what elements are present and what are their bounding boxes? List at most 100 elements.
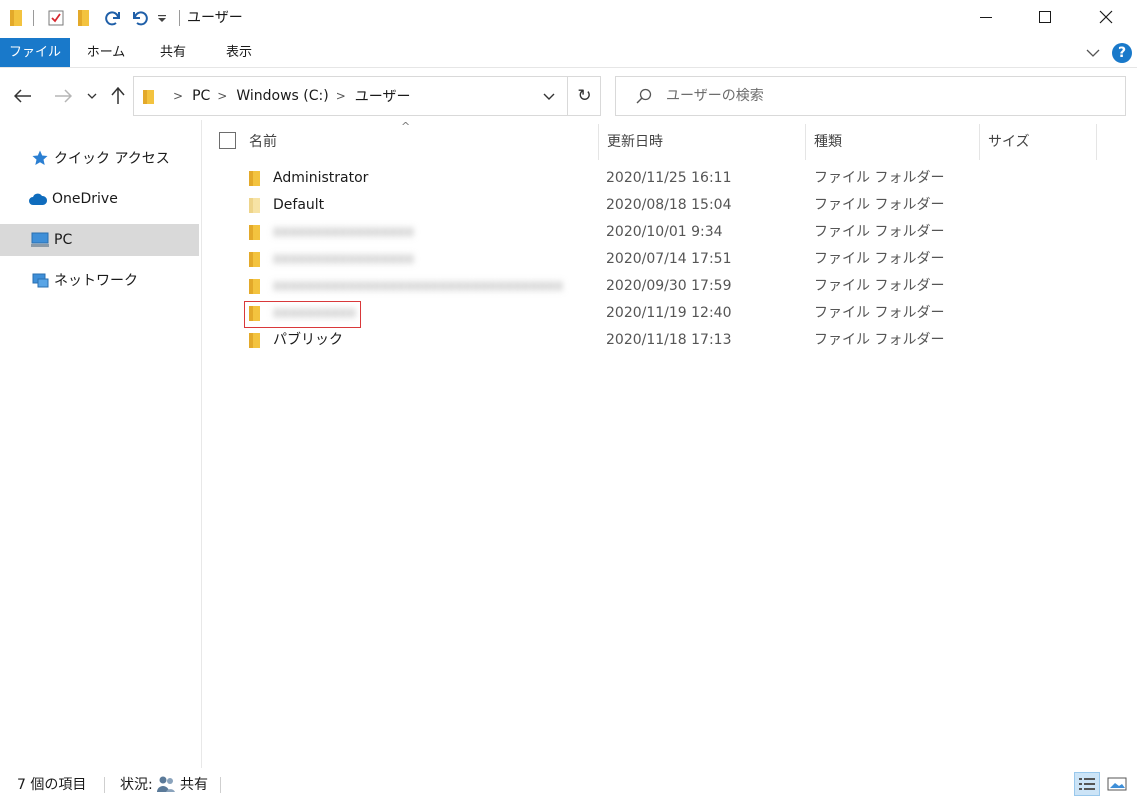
refresh-button[interactable]: ↻ xyxy=(567,77,601,115)
column-header-date[interactable]: 更新日時 xyxy=(599,126,805,158)
sidebar-item-label: PC xyxy=(54,232,73,248)
column-header-name[interactable]: 名前 xyxy=(241,126,601,158)
breadcrumb: > PC > Windows (C:) > ユーザー xyxy=(166,77,411,115)
column-header-size[interactable]: サイズ xyxy=(980,126,1096,158)
search-icon xyxy=(636,88,652,108)
help-button[interactable]: ? xyxy=(1112,43,1132,63)
chevron-down-icon xyxy=(1086,49,1100,57)
folder-icon xyxy=(249,198,261,217)
table-row[interactable]: xxxxxxxxxxxxxxxxxxxxxxxxxxxxxxxxxxx 2020… xyxy=(203,273,1137,300)
chevron-down-icon xyxy=(87,93,97,99)
breadcrumb-item-users[interactable]: ユーザー xyxy=(355,86,411,106)
file-type: ファイル フォルダー xyxy=(814,332,945,348)
file-name: パブリック xyxy=(273,332,343,348)
file-type: ファイル フォルダー xyxy=(814,305,945,321)
forward-button[interactable] xyxy=(50,82,76,110)
sidebar-item-label: ネットワーク xyxy=(54,273,138,289)
close-button[interactable] xyxy=(1083,0,1129,34)
column-header-type[interactable]: 種類 xyxy=(806,126,978,158)
title-bar: ユーザー xyxy=(0,0,1137,36)
breadcrumb-item-pc[interactable]: PC xyxy=(192,88,210,104)
table-row[interactable]: Administrator 2020/11/25 16:11 ファイル フォルダ… xyxy=(203,165,1137,192)
folder-icon xyxy=(249,279,261,298)
computer-icon xyxy=(30,230,50,250)
large-icons-view-icon xyxy=(1107,777,1127,791)
file-type: ファイル フォルダー xyxy=(814,278,945,294)
navigation-bar: > PC > Windows (C:) > ユーザー ↻ xyxy=(0,72,1137,120)
file-date: 2020/10/01 9:34 xyxy=(606,224,723,240)
navigation-pane: クイック アクセス OneDrive PC ネットワーク xyxy=(0,120,202,768)
minimize-button[interactable] xyxy=(963,0,1009,34)
status-divider xyxy=(220,777,221,793)
shared-users-icon xyxy=(156,775,176,798)
breadcrumb-item-drive[interactable]: Windows (C:) xyxy=(236,88,328,104)
redacted-file-name: xxxxxxxxxx xyxy=(273,305,356,321)
file-name: Default xyxy=(273,197,325,213)
window-title: ユーザー xyxy=(187,10,243,26)
file-date: 2020/11/19 12:40 xyxy=(606,305,732,321)
customize-toolbar-icon[interactable] xyxy=(155,8,169,28)
new-folder-icon[interactable] xyxy=(75,8,93,28)
item-count: 7 個の項目 xyxy=(17,777,87,793)
sidebar-item-pc[interactable]: PC xyxy=(0,224,199,256)
table-row[interactable]: Default 2020/08/18 15:04 ファイル フォルダー xyxy=(203,192,1137,219)
folder-icon xyxy=(142,89,156,109)
folder-icon xyxy=(249,225,261,244)
undo-icon[interactable] xyxy=(130,8,150,28)
file-date: 2020/09/30 17:59 xyxy=(606,278,732,294)
tab-home[interactable]: ホーム xyxy=(78,38,134,67)
star-icon xyxy=(30,148,50,168)
arrow-right-icon xyxy=(55,89,72,103)
sidebar-item-quick-access[interactable]: クイック アクセス xyxy=(0,142,199,174)
file-type: ファイル フォルダー xyxy=(814,197,945,213)
sidebar-item-onedrive[interactable]: OneDrive xyxy=(0,183,199,215)
sidebar-item-network[interactable]: ネットワーク xyxy=(0,264,199,296)
file-list: ^ 名前 更新日時 種類 サイズ Administrator 2020/11/2… xyxy=(203,120,1137,768)
search-input[interactable] xyxy=(666,86,1106,106)
folder-icon xyxy=(249,171,261,190)
column-divider[interactable] xyxy=(1096,124,1097,160)
table-row[interactable]: xxxxxxxxxxxxxxxxx 2020/07/14 17:51 ファイル … xyxy=(203,246,1137,273)
address-bar[interactable]: > PC > Windows (C:) > ユーザー ↻ xyxy=(133,76,601,116)
maximize-button[interactable] xyxy=(1022,0,1068,34)
status-value: 共有 xyxy=(180,777,208,793)
status-bar: 7 個の項目 状況: 共有 xyxy=(0,768,1137,800)
sidebar-item-label: クイック アクセス xyxy=(54,151,170,167)
status-label: 状況: xyxy=(120,777,153,793)
recent-locations-button[interactable] xyxy=(84,82,100,110)
status-divider xyxy=(104,777,105,793)
sidebar-item-label: OneDrive xyxy=(52,191,118,207)
search-box[interactable] xyxy=(615,76,1126,116)
arrow-up-icon xyxy=(111,87,125,104)
ribbon: ファイル ホーム 共有 表示 xyxy=(0,38,1137,68)
chevron-right-icon[interactable]: > xyxy=(336,89,346,103)
tab-file[interactable]: ファイル xyxy=(0,38,70,67)
minimize-icon xyxy=(980,17,992,18)
table-row[interactable]: パブリック 2020/11/18 17:13 ファイル フォルダー xyxy=(203,327,1137,354)
chevron-down-icon xyxy=(543,93,555,100)
chevron-right-icon[interactable]: > xyxy=(173,89,183,103)
table-row[interactable]: xxxxxxxxxxxxxxxxx 2020/10/01 9:34 ファイル フ… xyxy=(203,219,1137,246)
tab-view[interactable]: 表示 xyxy=(212,38,266,67)
table-row[interactable]: xxxxxxxxxx 2020/11/19 12:40 ファイル フォルダー xyxy=(203,300,1137,328)
address-history-button[interactable] xyxy=(534,77,564,115)
ribbon-expand-button[interactable] xyxy=(1083,43,1103,63)
select-all-checkbox[interactable] xyxy=(219,132,236,149)
arrow-left-icon xyxy=(14,89,31,103)
tab-share[interactable]: 共有 xyxy=(146,38,200,67)
cloud-icon xyxy=(28,189,48,209)
redacted-file-name: xxxxxxxxxxxxxxxxxxxxxxxxxxxxxxxxxxx xyxy=(273,278,563,294)
details-view-icon xyxy=(1079,778,1095,790)
details-view-button[interactable] xyxy=(1074,772,1100,796)
back-button[interactable] xyxy=(10,82,36,110)
folder-icon xyxy=(249,306,261,325)
file-type: ファイル フォルダー xyxy=(814,224,945,240)
chevron-right-icon[interactable]: > xyxy=(217,89,227,103)
toolbar-divider xyxy=(179,10,180,26)
large-icons-view-button[interactable] xyxy=(1104,772,1130,796)
maximize-icon xyxy=(1039,11,1051,23)
file-date: 2020/07/14 17:51 xyxy=(606,251,732,267)
properties-icon[interactable] xyxy=(46,8,66,28)
up-button[interactable] xyxy=(106,82,130,110)
redo-icon[interactable] xyxy=(103,8,123,28)
